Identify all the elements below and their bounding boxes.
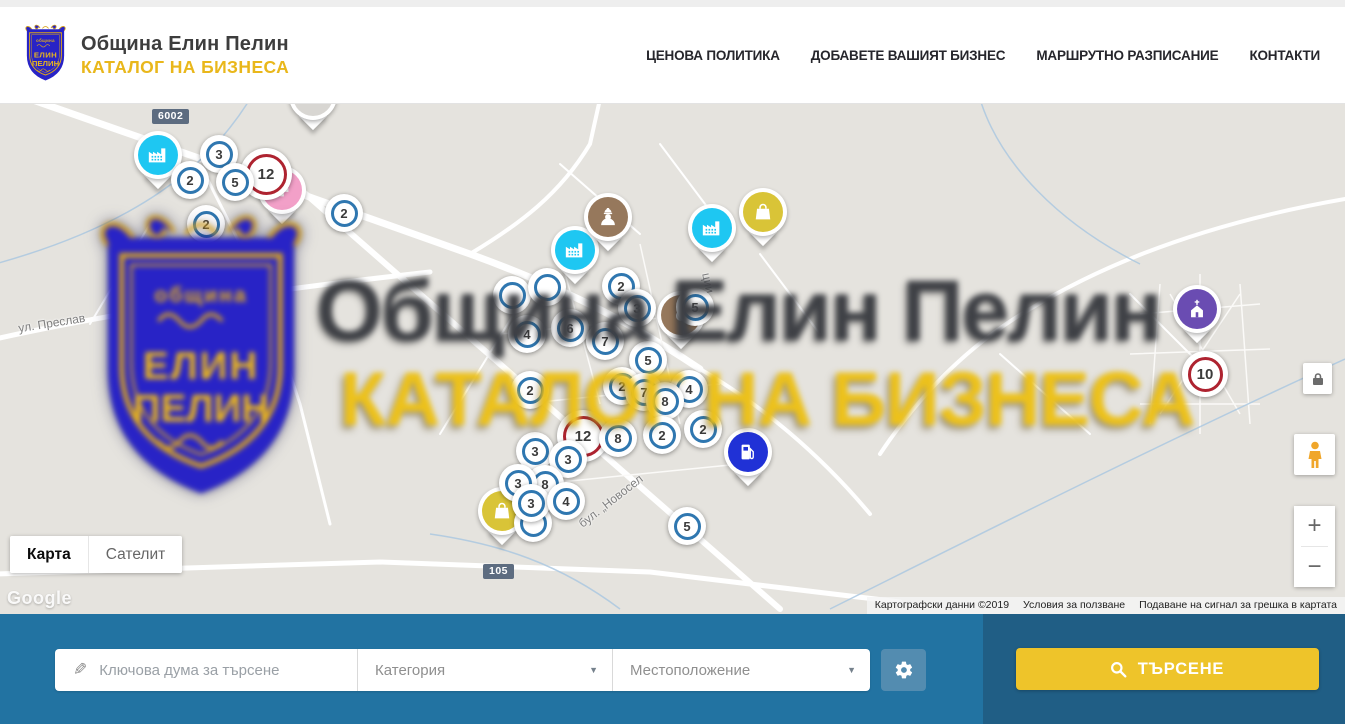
brand-logo-link[interactable]: община ЕЛИН ПЕЛИН Община Елин Пелин КАТА… xyxy=(22,23,289,87)
zoom-in-button[interactable]: + xyxy=(1294,506,1335,546)
search-input-group: ✎ Категория ▼ Местоположение ▼ xyxy=(55,649,870,691)
lock-control-button[interactable] xyxy=(1303,363,1332,394)
search-bar: ТЪРСЕНЕ ✎ Категория ▼ Местоположение ▼ xyxy=(0,614,1345,724)
cluster-marker[interactable]: 2 xyxy=(325,194,363,232)
cluster-marker[interactable]: 5 xyxy=(676,288,714,326)
zoom-out-button[interactable]: − xyxy=(1294,547,1335,587)
cluster-marker[interactable] xyxy=(493,276,531,314)
map-pin-church[interactable] xyxy=(1173,285,1221,345)
nav-contacts[interactable]: КОНТАКТИ xyxy=(1249,48,1320,63)
cluster-marker[interactable]: 6 xyxy=(551,309,589,347)
cluster-marker[interactable]: 2 xyxy=(643,416,681,454)
street-view-pegman-button[interactable] xyxy=(1294,434,1335,475)
site-title: Община Елин Пелин xyxy=(81,33,289,56)
zoom-control: + − xyxy=(1294,506,1335,587)
search-button-label: ТЪРСЕНЕ xyxy=(1138,660,1224,679)
cluster-marker[interactable]: 8 xyxy=(646,382,684,420)
nav-pricing-policy[interactable]: ЦЕНОВА ПОЛИТИКА xyxy=(646,48,780,63)
main-nav: ЦЕНОВА ПОЛИТИКА ДОБАВЕТЕ ВАШИЯТ БИЗНЕС М… xyxy=(646,48,1320,63)
cluster-marker[interactable]: 2 xyxy=(511,371,549,409)
map-type-satellite-button[interactable]: Сателит xyxy=(88,536,182,573)
map-markers-layer: 123252223564752274812822338334510 xyxy=(0,104,1345,614)
gear-icon xyxy=(894,660,914,680)
map-type-map-button[interactable]: Карта xyxy=(10,536,88,573)
cluster-marker[interactable] xyxy=(528,268,566,306)
caret-down-icon: ▼ xyxy=(847,665,856,675)
map-type-control: Карта Сателит xyxy=(10,536,182,573)
svg-text:община: община xyxy=(36,38,55,43)
cluster-marker[interactable]: 5 xyxy=(216,163,254,201)
cluster-marker[interactable]: 3 xyxy=(618,289,656,327)
lock-icon xyxy=(1312,372,1324,386)
keyword-field: ✎ xyxy=(55,649,357,691)
cluster-marker[interactable]: 7 xyxy=(586,322,624,360)
pencil-icon: ✎ xyxy=(73,660,87,680)
cluster-marker[interactable]: 8 xyxy=(599,419,637,457)
cluster-marker[interactable]: 3 xyxy=(512,484,550,522)
cluster-marker[interactable]: 2 xyxy=(187,205,225,243)
pegman-icon xyxy=(1306,441,1324,469)
map-pin-fuel[interactable] xyxy=(724,428,772,488)
nav-add-your-business[interactable]: ДОБАВЕТЕ ВАШИЯТ БИЗНЕС xyxy=(811,48,1006,63)
search-button[interactable]: ТЪРСЕНЕ xyxy=(1016,648,1319,690)
cluster-marker[interactable]: 2 xyxy=(171,161,209,199)
nav-route-schedule[interactable]: МАРШРУТНО РАЗПИСАНИЕ xyxy=(1036,48,1218,63)
cluster-marker[interactable]: 5 xyxy=(668,507,706,545)
caret-down-icon: ▼ xyxy=(589,665,598,675)
header: община ЕЛИН ПЕЛИН Община Елин Пелин КАТА… xyxy=(0,7,1345,104)
report-map-error-link[interactable]: Подаване на сигнал за грешка в картата xyxy=(1139,599,1337,611)
cluster-marker[interactable]: 4 xyxy=(547,482,585,520)
keyword-input[interactable] xyxy=(99,662,329,679)
google-logo[interactable]: Google xyxy=(7,588,72,609)
cluster-marker[interactable]: 10 xyxy=(1182,351,1228,397)
svg-text:ЕЛИН: ЕЛИН xyxy=(34,51,57,60)
map-attribution: Картографски данни ©2019 Условия за полз… xyxy=(867,597,1345,614)
terms-of-use-link[interactable]: Условия за ползване xyxy=(1023,599,1125,611)
cluster-marker[interactable]: 4 xyxy=(508,315,546,353)
cluster-marker[interactable]: 2 xyxy=(684,410,722,448)
municipality-emblem-icon: община ЕЛИН ПЕЛИН xyxy=(22,23,69,87)
location-select[interactable]: Местоположение ▼ xyxy=(612,649,870,691)
map-pin-worker[interactable] xyxy=(584,193,632,253)
category-placeholder: Категория xyxy=(358,662,445,679)
search-bar-right-panel: ТЪРСЕНЕ xyxy=(983,614,1345,724)
attribution-copyright: Картографски данни ©2019 xyxy=(875,599,1009,611)
map-pin-none[interactable] xyxy=(289,104,337,132)
page-top-strip xyxy=(0,0,1345,7)
advanced-search-settings-button[interactable] xyxy=(881,649,926,691)
svg-text:ПЕЛИН: ПЕЛИН xyxy=(32,59,60,68)
map-pin-factory[interactable] xyxy=(688,204,736,264)
site-subtitle: КАТАЛОГ НА БИЗНЕСА xyxy=(81,57,289,78)
map-pin-bag[interactable] xyxy=(739,188,787,248)
magnifier-icon xyxy=(1110,661,1127,678)
location-placeholder: Местоположение xyxy=(613,662,750,679)
category-select[interactable]: Категория ▼ xyxy=(357,649,612,691)
map-canvas[interactable]: ул. Преславбул. „Новоселции6002105 12325… xyxy=(0,104,1345,614)
